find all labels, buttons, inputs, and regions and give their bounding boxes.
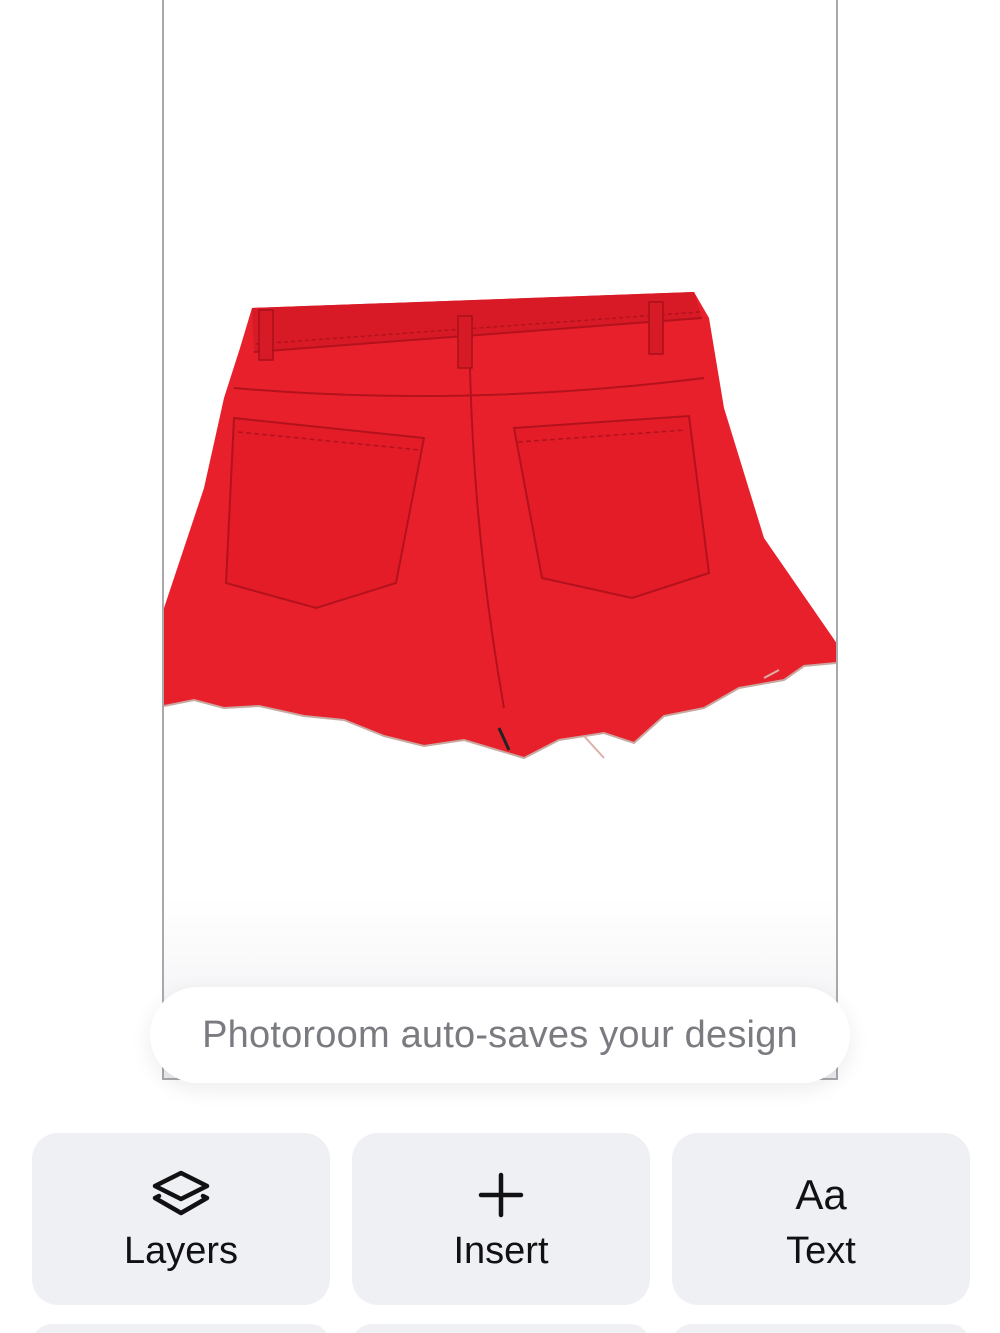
insert-label: Insert bbox=[453, 1229, 549, 1272]
text-aa-icon: Aa bbox=[795, 1166, 846, 1224]
editor-toolbar: Layers Insert Aa Text bbox=[32, 1133, 970, 1305]
plus-icon bbox=[477, 1166, 525, 1224]
next-toolbar-row-partial bbox=[32, 1324, 970, 1333]
text-aa-glyph: Aa bbox=[795, 1170, 847, 1218]
partial-button-3[interactable] bbox=[672, 1324, 970, 1333]
text-button[interactable]: Aa Text bbox=[672, 1133, 970, 1305]
insert-button[interactable]: Insert bbox=[352, 1133, 650, 1305]
text-label: Text bbox=[786, 1229, 856, 1272]
partial-button-2[interactable] bbox=[352, 1324, 650, 1333]
design-canvas[interactable] bbox=[162, 0, 838, 1080]
layers-button[interactable]: Layers bbox=[32, 1133, 330, 1305]
product-photo-red-shorts[interactable] bbox=[164, 288, 838, 768]
autosave-toast: Photoroom auto-saves your design bbox=[150, 987, 850, 1083]
layers-label: Layers bbox=[123, 1229, 239, 1272]
layers-icon bbox=[151, 1166, 211, 1224]
editor-screen: Photoroom auto-saves your design Layers … bbox=[0, 0, 1000, 1333]
autosave-message: Photoroom auto-saves your design bbox=[202, 1013, 798, 1056]
partial-button-1[interactable] bbox=[32, 1324, 330, 1333]
